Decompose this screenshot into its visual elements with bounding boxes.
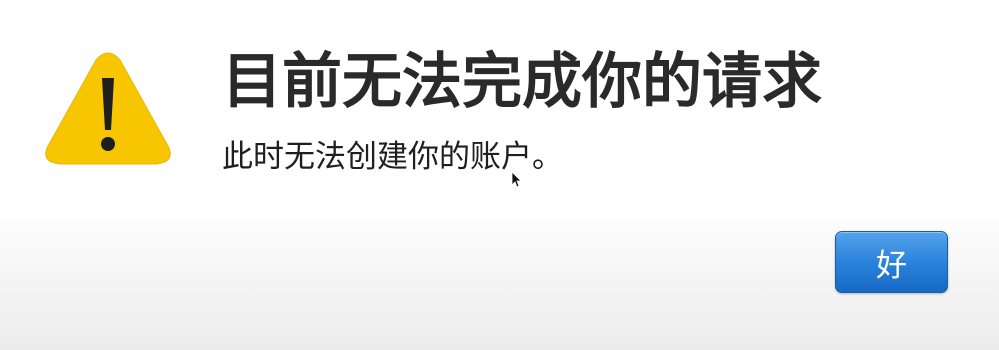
warning-icon <box>45 52 171 165</box>
dialog-title: 目前无法完成你的请求 <box>222 47 822 117</box>
ok-button[interactable]: 好 <box>835 231 948 293</box>
alert-dialog: 目前无法完成你的请求 此时无法创建你的账户。 好 <box>0 0 999 350</box>
mouse-pointer-icon <box>511 171 521 188</box>
